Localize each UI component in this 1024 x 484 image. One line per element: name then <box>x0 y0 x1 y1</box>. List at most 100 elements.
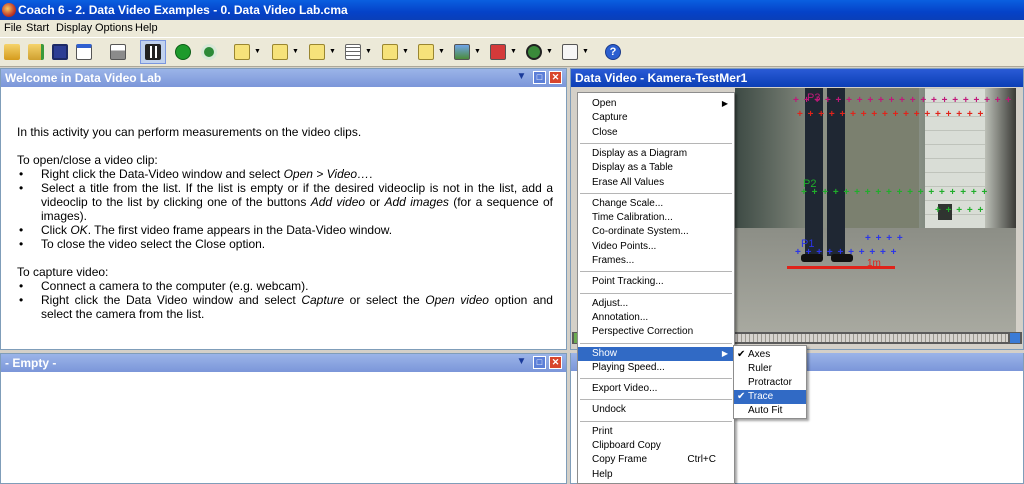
checkmark-icon: ✔ <box>737 349 746 360</box>
menu-separator <box>580 420 732 422</box>
welcome-panel-header: Welcome in Data Video Lab ▼ □ ✕ <box>1 69 566 87</box>
menu-item-co-ordinate-system[interactable]: Co-ordinate System... <box>578 225 734 239</box>
menu-item-label: Axes <box>748 349 771 360</box>
histogram-icon[interactable]: ▼ <box>416 42 445 62</box>
video-frame[interactable]: 1m + + + + + + + + + + + + + + + + + + +… <box>735 88 1016 332</box>
menu-item-capture[interactable]: Capture <box>578 111 734 125</box>
menu-item-show[interactable]: Show ▶ <box>578 346 734 361</box>
checkmark-icon: ✔ <box>737 391 746 402</box>
maximize-icon[interactable]: □ <box>533 71 546 84</box>
menu-help[interactable]: Help <box>135 22 158 34</box>
panel-title: Welcome in Data Video Lab <box>5 71 162 85</box>
panel-title: - Empty - <box>5 356 57 370</box>
list-item: Click OK. The first video frame appears … <box>17 223 553 237</box>
submenu-item-ruler[interactable]: Ruler <box>734 362 806 376</box>
meter-icon[interactable]: ▼ <box>270 42 299 62</box>
chevron-down-icon[interactable]: ▼ <box>515 356 528 369</box>
print-icon[interactable] <box>108 42 128 62</box>
menu-item-export-video[interactable]: Export Video... <box>578 382 734 396</box>
menu-item-label: Trace <box>748 391 774 402</box>
close-icon[interactable]: ✕ <box>549 356 562 369</box>
submenu-item-trace[interactable]: ✔ Trace <box>734 390 806 404</box>
menu-item-point-tracking[interactable]: Point Tracking... <box>578 275 734 289</box>
help-icon[interactable]: ? <box>603 42 623 62</box>
menu-item-label: Close <box>592 126 618 138</box>
menu-separator <box>580 192 732 194</box>
menu-item-label: Annotation... <box>592 311 649 323</box>
menu-item-display-as-a-diagram[interactable]: Display as a Diagram <box>578 147 734 161</box>
submenu-item-protractor[interactable]: Protractor <box>734 376 806 390</box>
menu-item-label: Ruler <box>748 363 772 374</box>
menu-item-adjust[interactable]: Adjust... <box>578 297 734 311</box>
globe-icon[interactable]: ▼ <box>524 42 553 62</box>
menu-item-close[interactable]: Close <box>578 126 734 140</box>
refresh-icon[interactable] <box>199 42 219 62</box>
capture-heading: To capture video: <box>17 265 109 279</box>
menu-item-open[interactable]: Open ▶ <box>578 97 734 111</box>
new-window-icon[interactable] <box>74 42 94 62</box>
menu-bar: File Start Display Options Help <box>0 20 1024 37</box>
open-icon[interactable] <box>26 42 46 62</box>
menu-item-frames[interactable]: Frames... <box>578 254 734 268</box>
intro-text: In this activity you can perform measure… <box>17 125 362 139</box>
menu-item-label: Adjust... <box>592 297 629 309</box>
empty-panel: - Empty - ▼ □ ✕ <box>0 353 567 484</box>
menu-item-copy-frame[interactable]: Copy Frame Ctrl+C <box>578 453 734 467</box>
menu-item-label: Capture <box>592 112 628 124</box>
open-heading: To open/close a video clip: <box>17 153 158 167</box>
empty-panel-header: - Empty - ▼ □ ✕ <box>1 354 566 372</box>
submenu-item-auto-fit[interactable]: Auto Fit <box>734 404 806 418</box>
menu-separator <box>580 399 732 401</box>
close-icon[interactable]: ✕ <box>549 71 562 84</box>
menu-item-label: Display as a Table <box>592 162 673 174</box>
menu-item-erase-all-values[interactable]: Erase All Values <box>578 176 734 190</box>
slider-end-button[interactable] <box>1010 333 1020 343</box>
chevron-down-icon[interactable]: ▼ <box>515 71 528 84</box>
chart-icon[interactable]: ▼ <box>380 42 409 62</box>
open-folder-icon[interactable] <box>2 42 22 62</box>
list-item: Right click the Data-Video window and se… <box>17 167 553 181</box>
submenu-item-axes[interactable]: ✔ Axes <box>734 348 806 362</box>
save-icon[interactable] <box>50 42 70 62</box>
title-bar: Coach 6 - 2. Data Video Examples - 0. Da… <box>0 0 1024 20</box>
menu-item-label: Display as a Diagram <box>592 147 688 159</box>
menu-item-clipboard-copy[interactable]: Clipboard Copy <box>578 439 734 453</box>
menu-item-help[interactable]: Help <box>578 468 734 482</box>
menu-item-change-scale[interactable]: Change Scale... <box>578 197 734 211</box>
trace-p3: + + + + + + + + + + + + + + + + + + + + … <box>793 95 1016 106</box>
menu-separator <box>580 378 732 380</box>
video-icon[interactable] <box>140 40 166 64</box>
diagram-icon[interactable]: ▼ <box>232 42 261 62</box>
menu-item-perspective-correction[interactable]: Perspective Correction <box>578 325 734 339</box>
trace-p3-red: + + + + + + + + + + + + + + + + + + <box>797 109 985 120</box>
maximize-icon[interactable]: □ <box>533 356 546 369</box>
menu-separator <box>580 292 732 294</box>
menu-separator <box>580 342 732 344</box>
table-icon[interactable]: ▼ <box>343 42 372 62</box>
menu-item-label: Copy Frame <box>592 454 648 466</box>
menu-file[interactable]: File <box>4 22 22 34</box>
menu-item-label: Video Points... <box>592 240 657 252</box>
menu-options[interactable]: Options <box>95 22 133 34</box>
menu-item-undock[interactable]: Undock <box>578 403 734 417</box>
menu-item-display-as-a-table[interactable]: Display as a Table <box>578 161 734 175</box>
image-icon[interactable]: ▼ <box>452 42 481 62</box>
play-icon[interactable] <box>173 42 193 62</box>
menu-shortcut: Ctrl+C <box>687 454 716 466</box>
text-icon[interactable]: ▼ <box>560 42 589 62</box>
menu-item-annotation[interactable]: Annotation... <box>578 311 734 325</box>
graph-icon[interactable]: ▼ <box>307 42 336 62</box>
menu-separator <box>580 271 732 273</box>
menu-item-label: Show <box>592 347 618 359</box>
video-clip-icon[interactable]: ▼ <box>488 42 517 62</box>
menu-display[interactable]: Display <box>56 22 92 34</box>
menu-item-time-calibration[interactable]: Time Calibration... <box>578 211 734 225</box>
menu-item-print[interactable]: Print <box>578 425 734 439</box>
app-icon[interactable] <box>2 3 16 17</box>
menu-item-playing-speed[interactable]: Playing Speed... <box>578 361 734 375</box>
list-item: Select a title from the list. If the lis… <box>17 181 553 223</box>
toolbar: ▼ ▼ ▼ ▼ ▼ ▼ ▼ ▼ ▼ ▼ ? <box>0 37 1024 67</box>
menu-start[interactable]: Start <box>26 22 49 34</box>
capture-steps-list: Connect a camera to the computer (e.g. w… <box>17 279 553 321</box>
menu-item-video-points[interactable]: Video Points... <box>578 240 734 254</box>
